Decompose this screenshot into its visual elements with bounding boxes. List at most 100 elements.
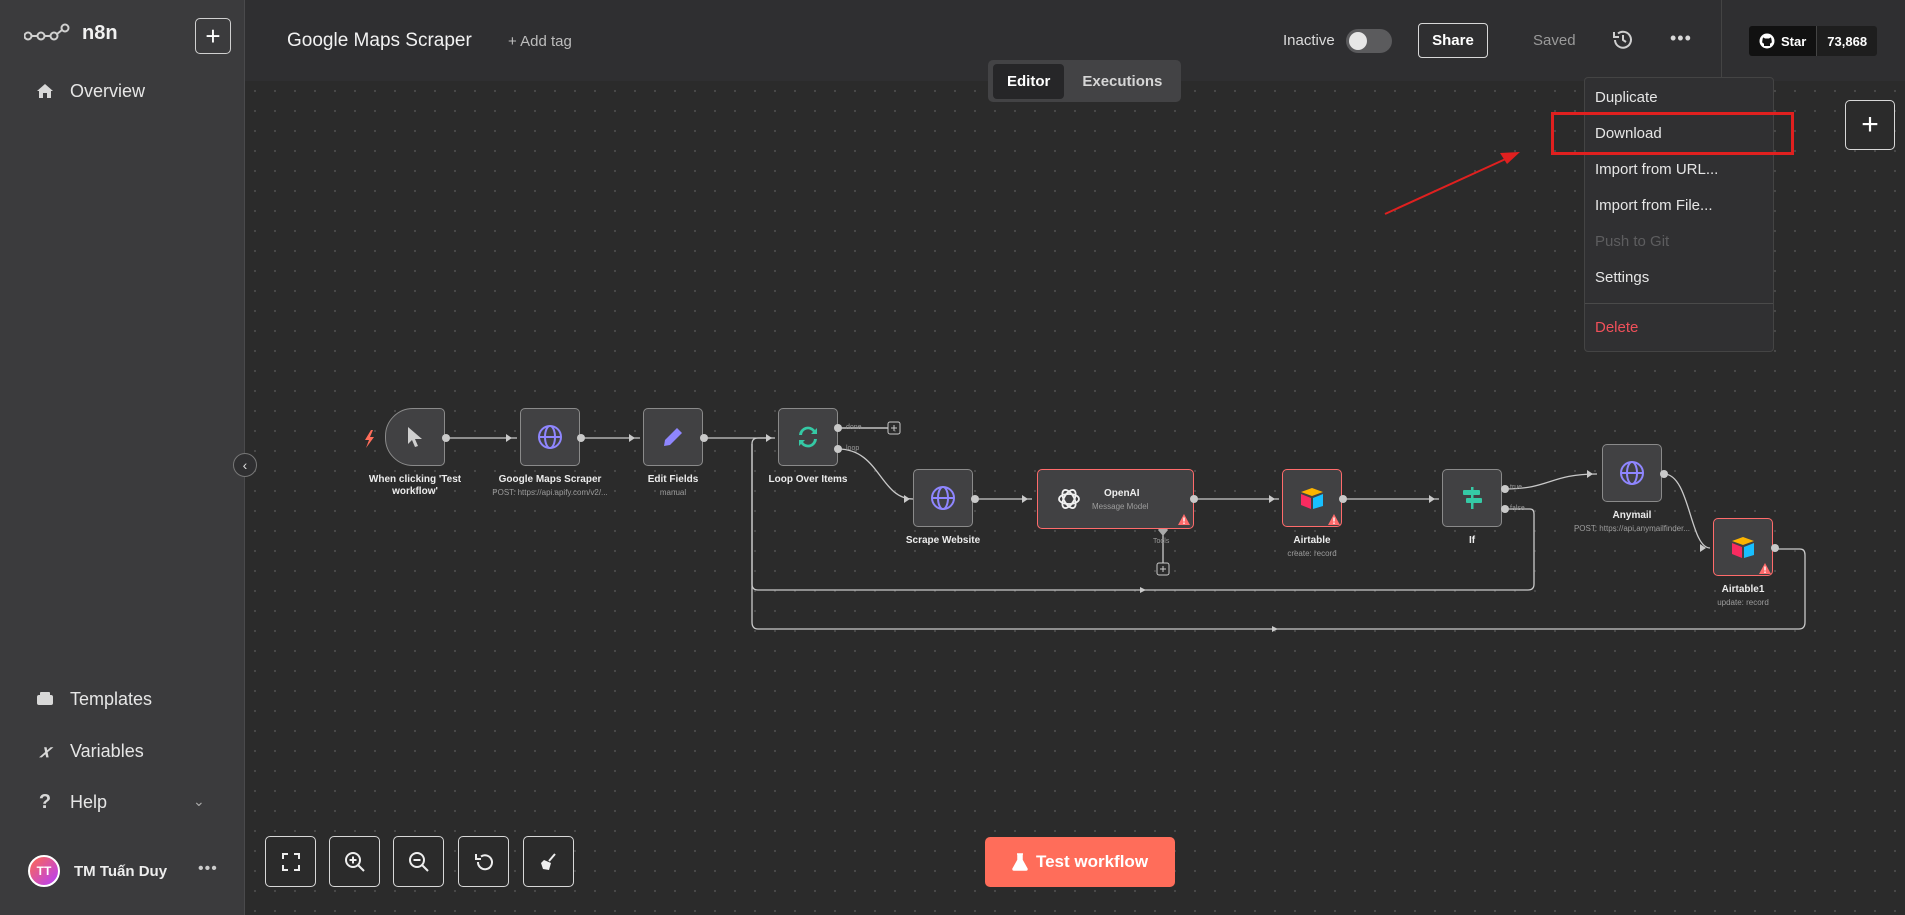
broom-icon [540,852,556,870]
node-subtitle: create: record [1287,549,1337,558]
menu-item-duplicate[interactable]: Duplicate [1595,89,1658,106]
sidebar-item-label: Templates [70,688,153,709]
node-label: Scrape Website [905,535,981,546]
zoom-in-icon [344,851,365,872]
menu-item-delete[interactable]: Delete [1595,319,1638,336]
openai-icon [1058,489,1080,509]
active-toggle[interactable] [1346,29,1392,53]
plus-icon: + [1861,108,1879,141]
plus-icon: + [205,21,221,51]
zoom-out-button[interactable] [393,836,444,887]
add-node-button[interactable]: + [1845,100,1895,150]
node-label: Edit Fields [647,474,699,485]
chevron-down-icon[interactable]: ⌄ [193,793,205,810]
sidebar-item-label: Overview [70,80,146,101]
user-menu[interactable]: TT TM Tuấn Duy [28,855,167,887]
node-airtable[interactable] [1282,469,1342,527]
tidy-up-button[interactable] [523,836,574,887]
node-airtable1[interactable] [1713,518,1773,576]
node-label: Airtable1 [1721,584,1765,595]
sidebar-item-label: Variables [70,740,144,761]
node-label: Airtable [1293,535,1331,546]
help-icon: ? [38,790,52,813]
variables-icon: 𝑥 [39,740,51,761]
n8n-logo-icon [24,23,70,40]
annotation-highlight-box [1551,112,1794,155]
node-subtitle: POST: https://api.anymailfinder... [1573,524,1691,533]
node-google-maps-scraper[interactable] [520,408,580,466]
sidebar-item-variables[interactable]: 𝑥 Variables [34,740,144,762]
node-edit-fields[interactable] [643,408,703,466]
share-button[interactable]: Share [1418,23,1488,58]
node-anymail[interactable] [1602,444,1662,502]
workflow-title[interactable]: Google Maps Scraper [287,30,472,52]
menu-item-import-file[interactable]: Import from File... [1595,197,1713,214]
output-loop-label: loop [846,445,860,452]
node-scrape-website[interactable] [913,469,973,527]
reset-zoom-button[interactable] [458,836,509,887]
output-true-label: true [1510,484,1523,491]
zoom-in-button[interactable] [329,836,380,887]
tab-editor[interactable]: Editor [993,63,1065,99]
github-star: Star [1749,26,1817,56]
github-icon [1759,33,1775,49]
node-subtitle: POST: https://api.apify.com/v2/... [492,488,608,497]
airtable-icon [1732,537,1754,558]
node-loop-over-items[interactable] [778,408,838,466]
node-label: OpenAI [1104,488,1140,499]
tab-executions[interactable]: Executions [1068,64,1176,99]
zoom-out-icon [408,851,429,872]
pencil-icon [664,428,682,446]
sidebar-collapse-button[interactable]: ‹ [233,453,257,477]
airtable-icon [1301,488,1323,509]
globe-icon [1620,461,1644,485]
undo-icon [474,853,493,870]
node-manual-trigger[interactable] [385,408,445,466]
node-subtitle: update: record [1717,598,1769,607]
output-false-label: false [1510,505,1525,512]
add-tag-link[interactable]: + Add tag [508,33,572,50]
github-star-count: 73,868 [1816,26,1878,56]
sidebar-item-templates[interactable]: Templates [34,688,152,710]
node-label: Anymail [1612,510,1652,521]
menu-item-settings[interactable]: Settings [1595,269,1649,286]
sidebar-item-help[interactable]: ? Help [34,791,107,813]
more-options-icon[interactable]: ••• [1670,28,1692,49]
cursor-icon [408,427,422,447]
logo[interactable]: n8n [24,22,118,45]
github-star-label: Star [1781,33,1807,49]
view-tabs: Editor Executions [988,60,1182,102]
fit-view-icon [281,852,300,871]
node-label: Loop Over Items [768,474,848,485]
output-done-label: done [846,424,862,431]
warning-icon [1759,563,1771,574]
warning-icon [1328,514,1340,525]
zoom-to-fit-button[interactable] [265,836,316,887]
github-star-button[interactable]: Star 73,868 [1749,26,1878,56]
node-subtitle: Message Model [1092,502,1149,511]
flask-icon [1012,853,1028,871]
node-subtitle: manual [659,488,687,497]
status-label: Inactive [1283,32,1335,49]
user-name: TM Tuấn Duy [74,862,168,880]
tools-label: Tools [1153,538,1170,545]
new-workflow-button[interactable]: + [195,18,231,54]
menu-item-push-to-git: Push to Git [1595,233,1670,250]
menu-item-import-url[interactable]: Import from URL... [1595,161,1718,178]
sidebar-item-label: Help [70,791,108,812]
warning-icon [1178,514,1190,525]
home-icon [34,80,56,102]
avatar: TT [28,855,60,887]
history-icon[interactable] [1611,28,1635,52]
user-more-icon[interactable]: ••• [198,860,218,878]
node-openai[interactable]: OpenAI Message Model [1037,469,1194,529]
sidebar-item-overview[interactable]: Overview [34,80,145,102]
saved-status: Saved [1533,32,1576,49]
globe-icon [538,425,562,449]
node-label: When clicking 'Test workflow' [368,474,462,497]
test-workflow-button[interactable]: Test workflow [985,837,1175,887]
node-if[interactable] [1442,469,1502,527]
divider [1721,0,1722,81]
signpost-icon [1463,487,1482,509]
globe-icon [931,486,955,510]
